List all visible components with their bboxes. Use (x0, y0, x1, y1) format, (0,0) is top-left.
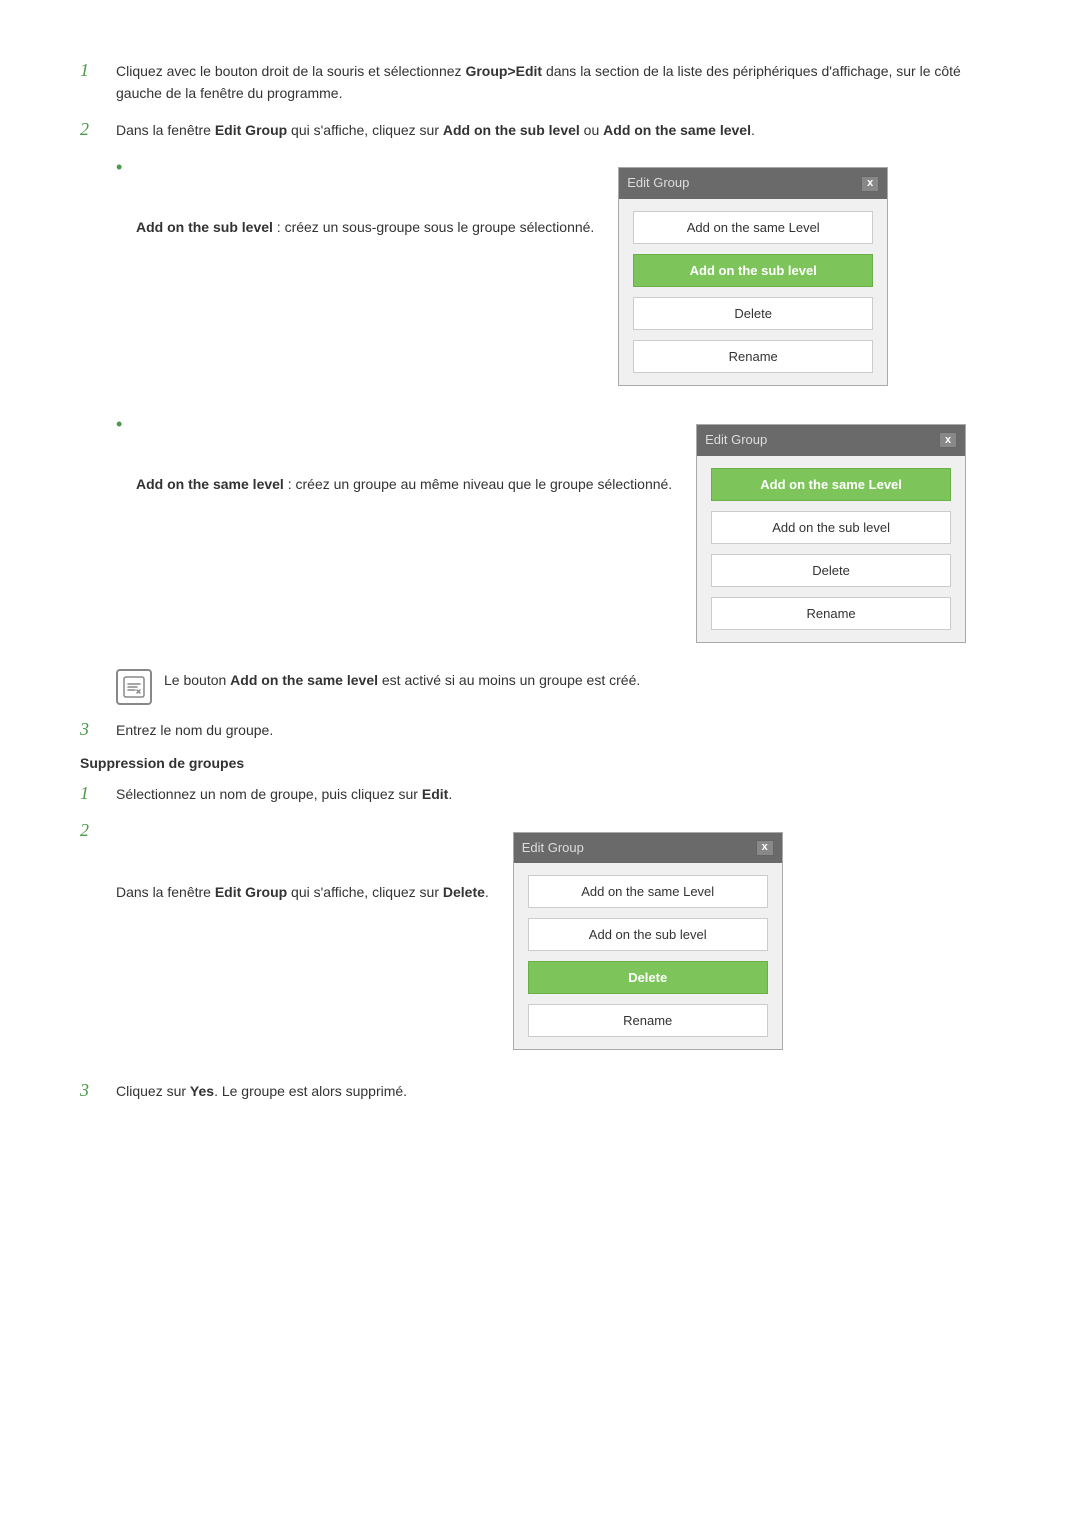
step-2-bold1: Edit Group (215, 122, 287, 138)
suppress-step-2-bold1: Edit Group (215, 883, 287, 899)
btn-rename-same[interactable]: Rename (711, 597, 951, 630)
suppress-step-1-end: . (448, 786, 452, 802)
btn-same-level-delete[interactable]: Add on the same Level (528, 875, 768, 908)
btn-rename-delete[interactable]: Rename (528, 1004, 768, 1037)
note-box: Le bouton Add on the same level est acti… (116, 669, 1000, 705)
btn-same-level-sub[interactable]: Add on the same Level (633, 211, 873, 244)
suppress-step-3-content: Cliquez sur Yes. Le groupe est alors sup… (116, 1080, 1000, 1102)
btn-delete-sub[interactable]: Delete (633, 297, 873, 330)
btn-sub-level-same[interactable]: Add on the sub level (711, 511, 951, 544)
step-1-content: Cliquez avec le bouton droit de la souri… (116, 60, 1000, 105)
section-heading: Suppression de groupes (80, 755, 1000, 771)
suppress-step-3-bold: Yes (190, 1083, 214, 1099)
dialog-box-sub: Edit Group x Add on the same Level Add o… (618, 167, 888, 386)
suppress-step-number-2: 2 (80, 820, 116, 841)
suppress-step-2-mid: qui s'affiche, cliquez sur (287, 883, 443, 899)
bullet-dot-2: • (116, 414, 136, 435)
suppress-step-number-1: 1 (80, 783, 116, 804)
step-3: 3 Entrez le nom du groupe. (80, 719, 1000, 741)
note-text: Le bouton Add on the same level est acti… (164, 669, 640, 691)
bullet-sub-level: • Add on the sub level : créez un sous-g… (116, 155, 1000, 402)
dialog-close-sub[interactable]: x (861, 176, 879, 192)
bullet-sub-text: : créez un sous-groupe sous le groupe sé… (273, 219, 594, 235)
suppress-step-number-3: 3 (80, 1080, 116, 1101)
dialog-sub-level: Edit Group x Add on the same Level Add o… (618, 167, 888, 386)
step-2-text-end: . (751, 122, 755, 138)
btn-rename-sub[interactable]: Rename (633, 340, 873, 373)
step-2-bold3: Add on the same level (603, 122, 751, 138)
suppress-step-2-content: Dans la fenêtre Edit Group qui s'affiche… (116, 820, 1000, 1067)
note-icon (116, 669, 152, 705)
step-1-text-before: Cliquez avec le bouton droit de la souri… (116, 63, 465, 79)
step-1-bold1: Group>Edit (465, 63, 542, 79)
dialog-close-delete[interactable]: x (756, 840, 774, 856)
step-2-content: Dans la fenêtre Edit Group qui s'affiche… (116, 119, 1000, 141)
note-suffix: est activé si au moins un groupe est cré… (378, 672, 640, 688)
dialog-title-bar-same: Edit Group x (697, 425, 965, 456)
step-number-3: 3 (80, 719, 116, 740)
step-1: 1 Cliquez avec le bouton droit de la sou… (80, 60, 1000, 105)
suppress-step-3-before: Cliquez sur (116, 1083, 190, 1099)
bullet-same-label: Add on the same level (136, 476, 284, 492)
note-bold: Add on the same level (230, 672, 378, 688)
step-2-text-or: ou (580, 122, 603, 138)
dialog-title-bar-delete: Edit Group x (514, 833, 782, 864)
dialog-box-delete: Edit Group x Add on the same Level Add o… (513, 832, 783, 1051)
dialog-body-delete: Add on the same Level Add on the sub lev… (514, 863, 782, 1049)
bullet-sub-content: Add on the sub level : créez un sous-gro… (136, 155, 1000, 402)
step-number-1: 1 (80, 60, 116, 81)
dialog-body-same: Add on the same Level Add on the sub lev… (697, 456, 965, 642)
bullet-same-level: • Add on the same level : créez un group… (116, 412, 1000, 659)
suppress-step-1-content: Sélectionnez un nom de groupe, puis cliq… (116, 783, 1000, 805)
step-2-text-mid: qui s'affiche, cliquez sur (287, 122, 443, 138)
btn-delete-delete[interactable]: Delete (528, 961, 768, 994)
dialog-title-bar-sub: Edit Group x (619, 168, 887, 199)
dialog-title-delete: Edit Group (522, 838, 584, 859)
suppress-step-1-before: Sélectionnez un nom de groupe, puis cliq… (116, 786, 422, 802)
btn-sub-level-sub[interactable]: Add on the sub level (633, 254, 873, 287)
dialog-box-same: Edit Group x Add on the same Level Add o… (696, 424, 966, 643)
bullet-same-text: : créez un groupe au même niveau que le … (284, 476, 672, 492)
step-2-text-before: Dans la fenêtre (116, 122, 215, 138)
btn-delete-same[interactable]: Delete (711, 554, 951, 587)
dialog-same-level: Edit Group x Add on the same Level Add o… (696, 424, 966, 643)
bullet-dot-1: • (116, 157, 136, 178)
suppress-step-1: 1 Sélectionnez un nom de groupe, puis cl… (80, 783, 1000, 805)
step-2-bold2: Add on the sub level (443, 122, 580, 138)
bullet-same-content: Add on the same level : créez un groupe … (136, 412, 1000, 659)
suppress-step-2-before: Dans la fenêtre (116, 883, 215, 899)
suppress-step-2: 2 Dans la fenêtre Edit Group qui s'affic… (80, 820, 1000, 1067)
dialog-delete: Edit Group x Add on the same Level Add o… (513, 832, 783, 1051)
dialog-close-same[interactable]: x (939, 432, 957, 448)
suppress-step-2-end: . (485, 883, 489, 899)
dialog-title-sub: Edit Group (627, 173, 689, 194)
step-3-text: Entrez le nom du groupe. (116, 722, 273, 738)
step-number-2: 2 (80, 119, 116, 140)
dialog-body-sub: Add on the same Level Add on the sub lev… (619, 199, 887, 385)
btn-sub-level-delete[interactable]: Add on the sub level (528, 918, 768, 951)
suppress-step-1-bold: Edit (422, 786, 448, 802)
suppress-step-3: 3 Cliquez sur Yes. Le groupe est alors s… (80, 1080, 1000, 1102)
section-heading-text: Suppression de groupes (80, 755, 244, 771)
note-prefix: Le bouton (164, 672, 230, 688)
step-2: 2 Dans la fenêtre Edit Group qui s'affic… (80, 119, 1000, 141)
suppress-step-2-bold2: Delete (443, 883, 485, 899)
step-3-content: Entrez le nom du groupe. (116, 719, 1000, 741)
suppress-step-3-end: . Le groupe est alors supprimé. (214, 1083, 407, 1099)
dialog-title-same: Edit Group (705, 430, 767, 451)
btn-same-level-same[interactable]: Add on the same Level (711, 468, 951, 501)
bullet-sub-label: Add on the sub level (136, 219, 273, 235)
